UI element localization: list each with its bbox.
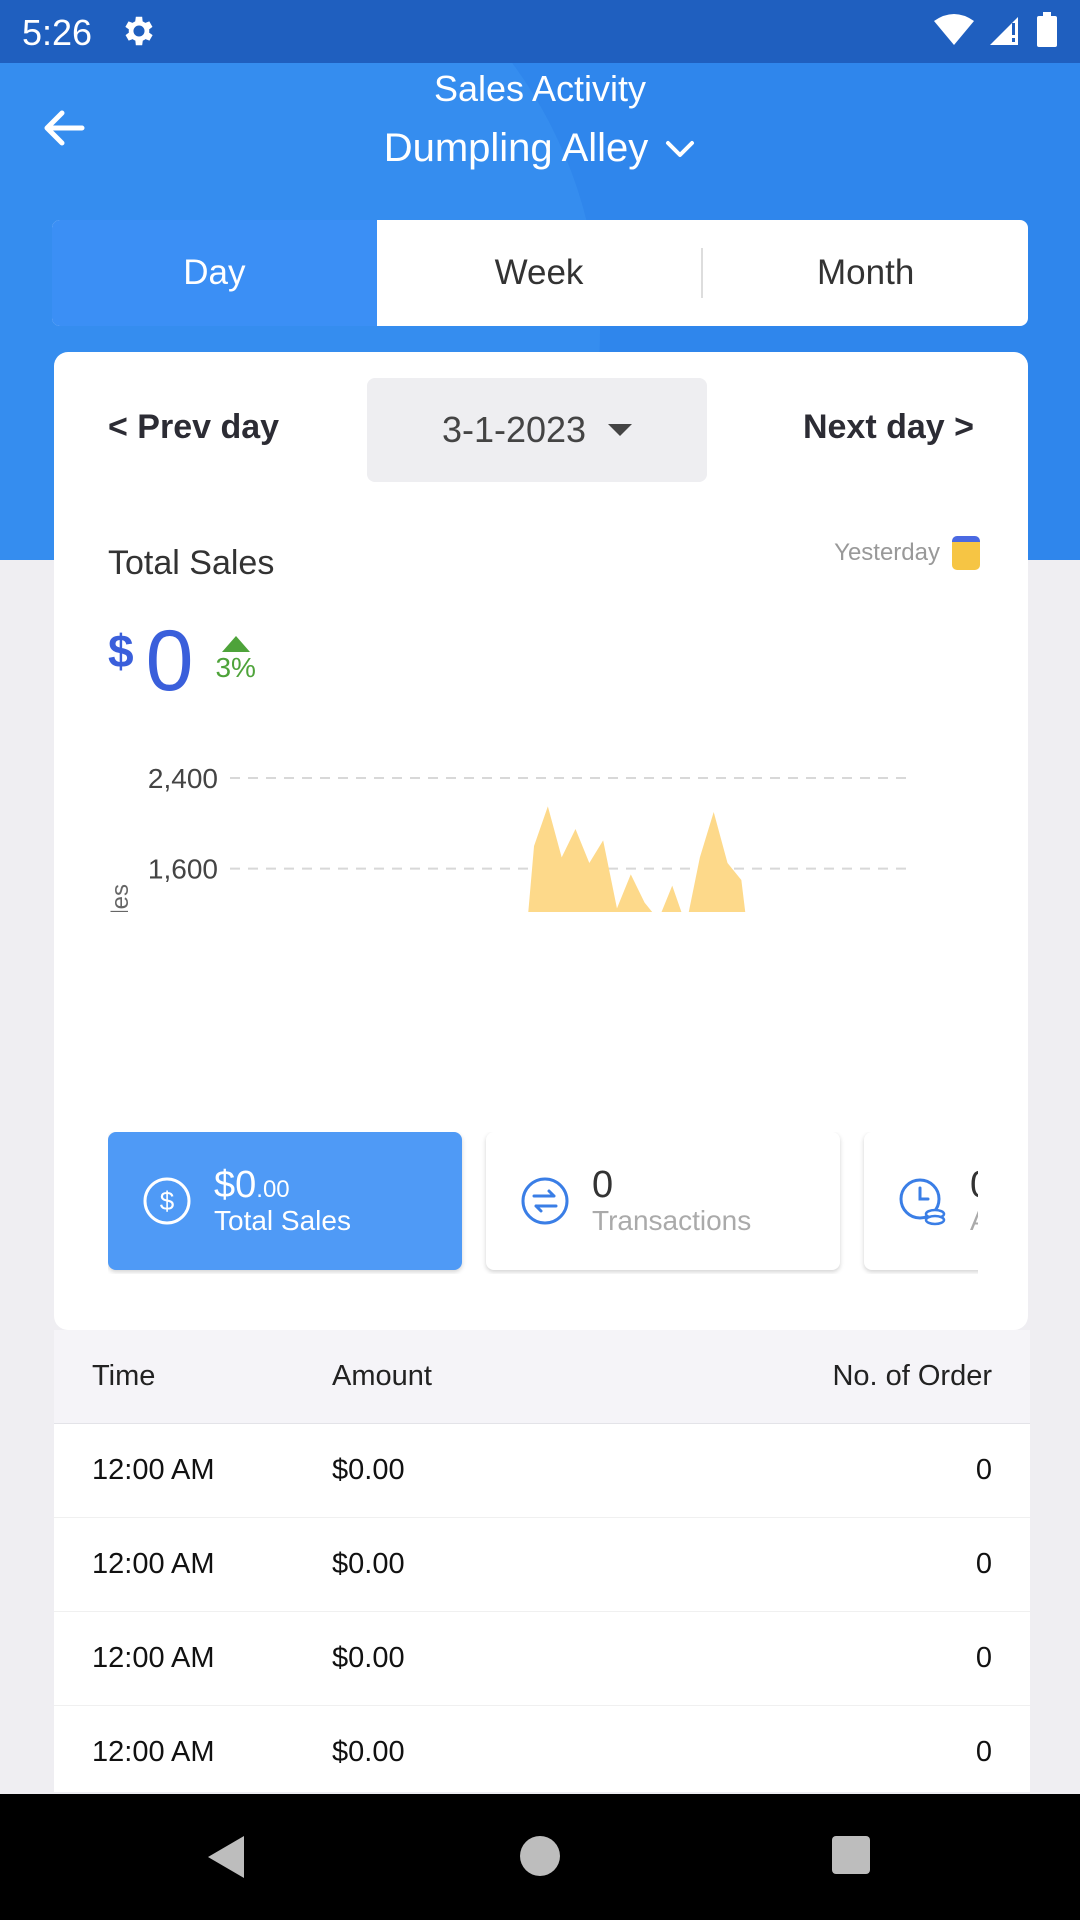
dollar-circle-icon: $ — [143, 1177, 191, 1225]
stat-cents: .00 — [256, 1176, 290, 1204]
stat-card-total-sales[interactable]: $ $0.00 Total Sales — [108, 1132, 462, 1270]
header-amount: Amount — [332, 1360, 432, 1392]
page-title: Sales Activity — [433, 68, 647, 109]
nav-recents-icon[interactable] — [832, 1836, 870, 1874]
stat-label: Transactions — [592, 1205, 752, 1237]
cell-amount: $0.00 — [332, 1454, 405, 1486]
svg-text:$: $ — [160, 1186, 175, 1216]
tab-month[interactable]: Month — [703, 220, 1028, 326]
nav-home-icon[interactable] — [520, 1836, 560, 1876]
series-yesterday-area — [528, 806, 746, 912]
cell-orders: 0 — [975, 1642, 992, 1674]
cell-time: 12:00 AM — [92, 1642, 215, 1674]
cell-orders: 0 — [975, 1736, 992, 1768]
system-nav-bar — [0, 1794, 1080, 1920]
header-orders: No. of Order — [832, 1360, 992, 1392]
battery-icon — [1037, 12, 1057, 47]
stat-label: Total Sales — [214, 1205, 351, 1237]
cell-time: 12:00 AM — [92, 1454, 215, 1486]
wifi-icon — [934, 14, 974, 45]
status-time: 5:26 — [22, 12, 93, 53]
sales-chart: 08001,6002,40002550Sales — [107, 763, 914, 912]
cell-orders: 0 — [975, 1454, 992, 1486]
tab-day[interactable]: Day — [52, 220, 377, 326]
tab-week[interactable]: Week — [377, 220, 702, 326]
status-bar: 5:26 — [0, 0, 1080, 63]
stat-card-transactions[interactable]: 0 Transactions — [486, 1132, 840, 1270]
table-row[interactable]: 12:00 AM $0.00 0 — [54, 1518, 1030, 1612]
settings-gear-icon — [125, 16, 153, 46]
period-tabs: Day Week Month — [52, 220, 1028, 326]
table-row[interactable]: 12:00 AM $0.00 0 — [54, 1706, 1030, 1800]
sales-card: < Prev day 3-1-2023 Next day > Total Sal… — [54, 352, 1028, 1330]
cell-time: 12:00 AM — [92, 1548, 215, 1580]
y-axis-label: Sales — [107, 884, 134, 912]
stat-value: 0 — [592, 1164, 614, 1207]
stat-value: $0 — [214, 1164, 257, 1207]
stat-carousel[interactable]: $ $0.00 Total Sales 0 Transactions — [108, 1132, 978, 1274]
stat-card-average[interactable]: 0 Avg — [864, 1132, 978, 1270]
exchange-icon — [521, 1177, 569, 1225]
y-tick-label: 2,400 — [148, 763, 218, 794]
header-time: Time — [92, 1360, 156, 1392]
cell-time: 12:00 AM — [92, 1736, 215, 1768]
nav-back-icon[interactable] — [206, 1834, 246, 1880]
chevron-down-icon — [666, 140, 695, 157]
store-name: Dumpling Alley — [383, 126, 649, 170]
store-selector[interactable]: Dumpling Alley — [0, 126, 1080, 171]
cell-amount: $0.00 — [332, 1736, 405, 1768]
stat-value: 0 — [970, 1165, 978, 1206]
y-tick-label: 1,600 — [148, 854, 218, 885]
table-header: Time Amount No. of Order — [54, 1330, 1030, 1424]
sales-table: Time Amount No. of Order 12:00 AM $0.00 … — [54, 1330, 1030, 1800]
cell-orders: 0 — [975, 1548, 992, 1580]
table-row[interactable]: 12:00 AM $0.00 0 — [54, 1612, 1030, 1706]
clock-coins-icon — [899, 1178, 946, 1226]
status-icons — [934, 12, 1058, 48]
cell-amount: $0.00 — [332, 1642, 405, 1674]
signal-icon — [990, 17, 1018, 45]
table-row[interactable]: 12:00 AM $0.00 0 — [54, 1424, 1030, 1518]
stat-label: Avg — [970, 1206, 978, 1236]
cell-amount: $0.00 — [332, 1548, 405, 1580]
